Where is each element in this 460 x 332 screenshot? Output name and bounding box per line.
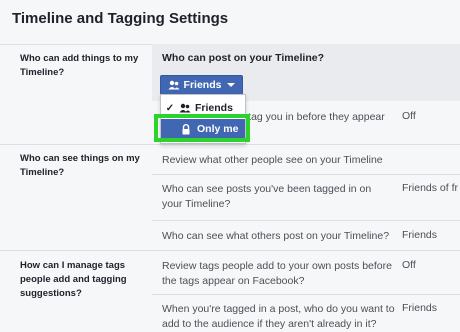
question-review-tags: Review tags people add to your own posts…	[162, 260, 392, 287]
row-divider	[152, 220, 460, 221]
row-divider	[152, 174, 460, 175]
page-title: Timeline and Tagging Settings	[12, 10, 229, 27]
value-tagged-posts-visibility[interactable]: Friends of fr	[402, 182, 458, 194]
row-divider	[152, 294, 460, 295]
question-review-what-others-see[interactable]: Review what other people see on your Tim…	[162, 153, 397, 168]
value-tag-review[interactable]: Off	[402, 110, 416, 122]
value-others-posts-visibility[interactable]: Friends	[402, 229, 437, 241]
question-who-can-post: Who can post on your Timeline?	[162, 52, 324, 64]
value-tagged-audience[interactable]: Friends	[402, 302, 437, 314]
friends-icon	[179, 103, 191, 113]
chevron-down-icon	[227, 83, 236, 87]
question-tag-review-partial: s tag you in before they appear	[240, 111, 385, 123]
value-review-tags[interactable]: Off	[402, 259, 416, 271]
question-others-posts-visibility: Who can see what others post on your Tim…	[162, 230, 390, 242]
timeline-post-setting-panel: Who can post on your Timeline? Friends	[152, 44, 460, 101]
divider	[0, 250, 460, 251]
divider	[0, 144, 460, 145]
section-label-add-things: Who can add things to my Timeline?	[20, 53, 139, 78]
section-label-manage-tags: How can I manage tags people add and tag…	[20, 260, 127, 299]
question-tagged-audience: When you're tagged in a post, who do you…	[162, 303, 395, 330]
checkmark-icon: ✓	[165, 102, 175, 114]
highlight-outline	[154, 114, 250, 142]
friends-icon	[168, 80, 180, 90]
section-label-see-things: Who can see things on my Timeline?	[20, 153, 140, 178]
audience-selector-button[interactable]: Friends	[160, 75, 243, 95]
dropdown-item-label: Friends	[195, 102, 233, 114]
audience-selector-label: Friends	[183, 79, 222, 91]
question-tagged-posts-visibility: Who can see posts you've been tagged in …	[162, 183, 372, 210]
